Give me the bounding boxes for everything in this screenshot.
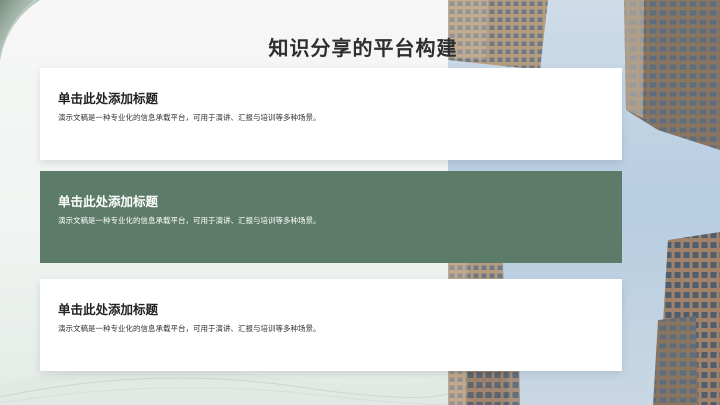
card-title-placeholder[interactable]: 单击此处添加标题 xyxy=(58,88,158,107)
card-description[interactable]: 演示文稿是一种专业化的信息承载平台，可用于演讲、汇报与培训等多种场景。 xyxy=(58,215,321,226)
slide: 知识分享的平台构建 单击此处添加标题 演示文稿是一种专业化的信息承载平台，可用于… xyxy=(0,0,720,405)
content-card-3[interactable]: 单击此处添加标题 演示文稿是一种专业化的信息承载平台，可用于演讲、汇报与培训等多… xyxy=(40,279,622,371)
content-card-2-highlighted[interactable]: 单击此处添加标题 演示文稿是一种专业化的信息承载平台，可用于演讲、汇报与培训等多… xyxy=(40,171,622,263)
card-title-placeholder[interactable]: 单击此处添加标题 xyxy=(58,299,158,318)
content-card-1[interactable]: 单击此处添加标题 演示文稿是一种专业化的信息承载平台，可用于演讲、汇报与培训等多… xyxy=(40,68,622,160)
card-title-placeholder[interactable]: 单击此处添加标题 xyxy=(58,191,158,210)
card-description[interactable]: 演示文稿是一种专业化的信息承载平台，可用于演讲、汇报与培训等多种场景。 xyxy=(58,112,321,123)
slide-title: 知识分享的平台构建 xyxy=(268,36,458,60)
card-description[interactable]: 演示文稿是一种专业化的信息承载平台，可用于演讲、汇报与培训等多种场景。 xyxy=(58,323,321,334)
